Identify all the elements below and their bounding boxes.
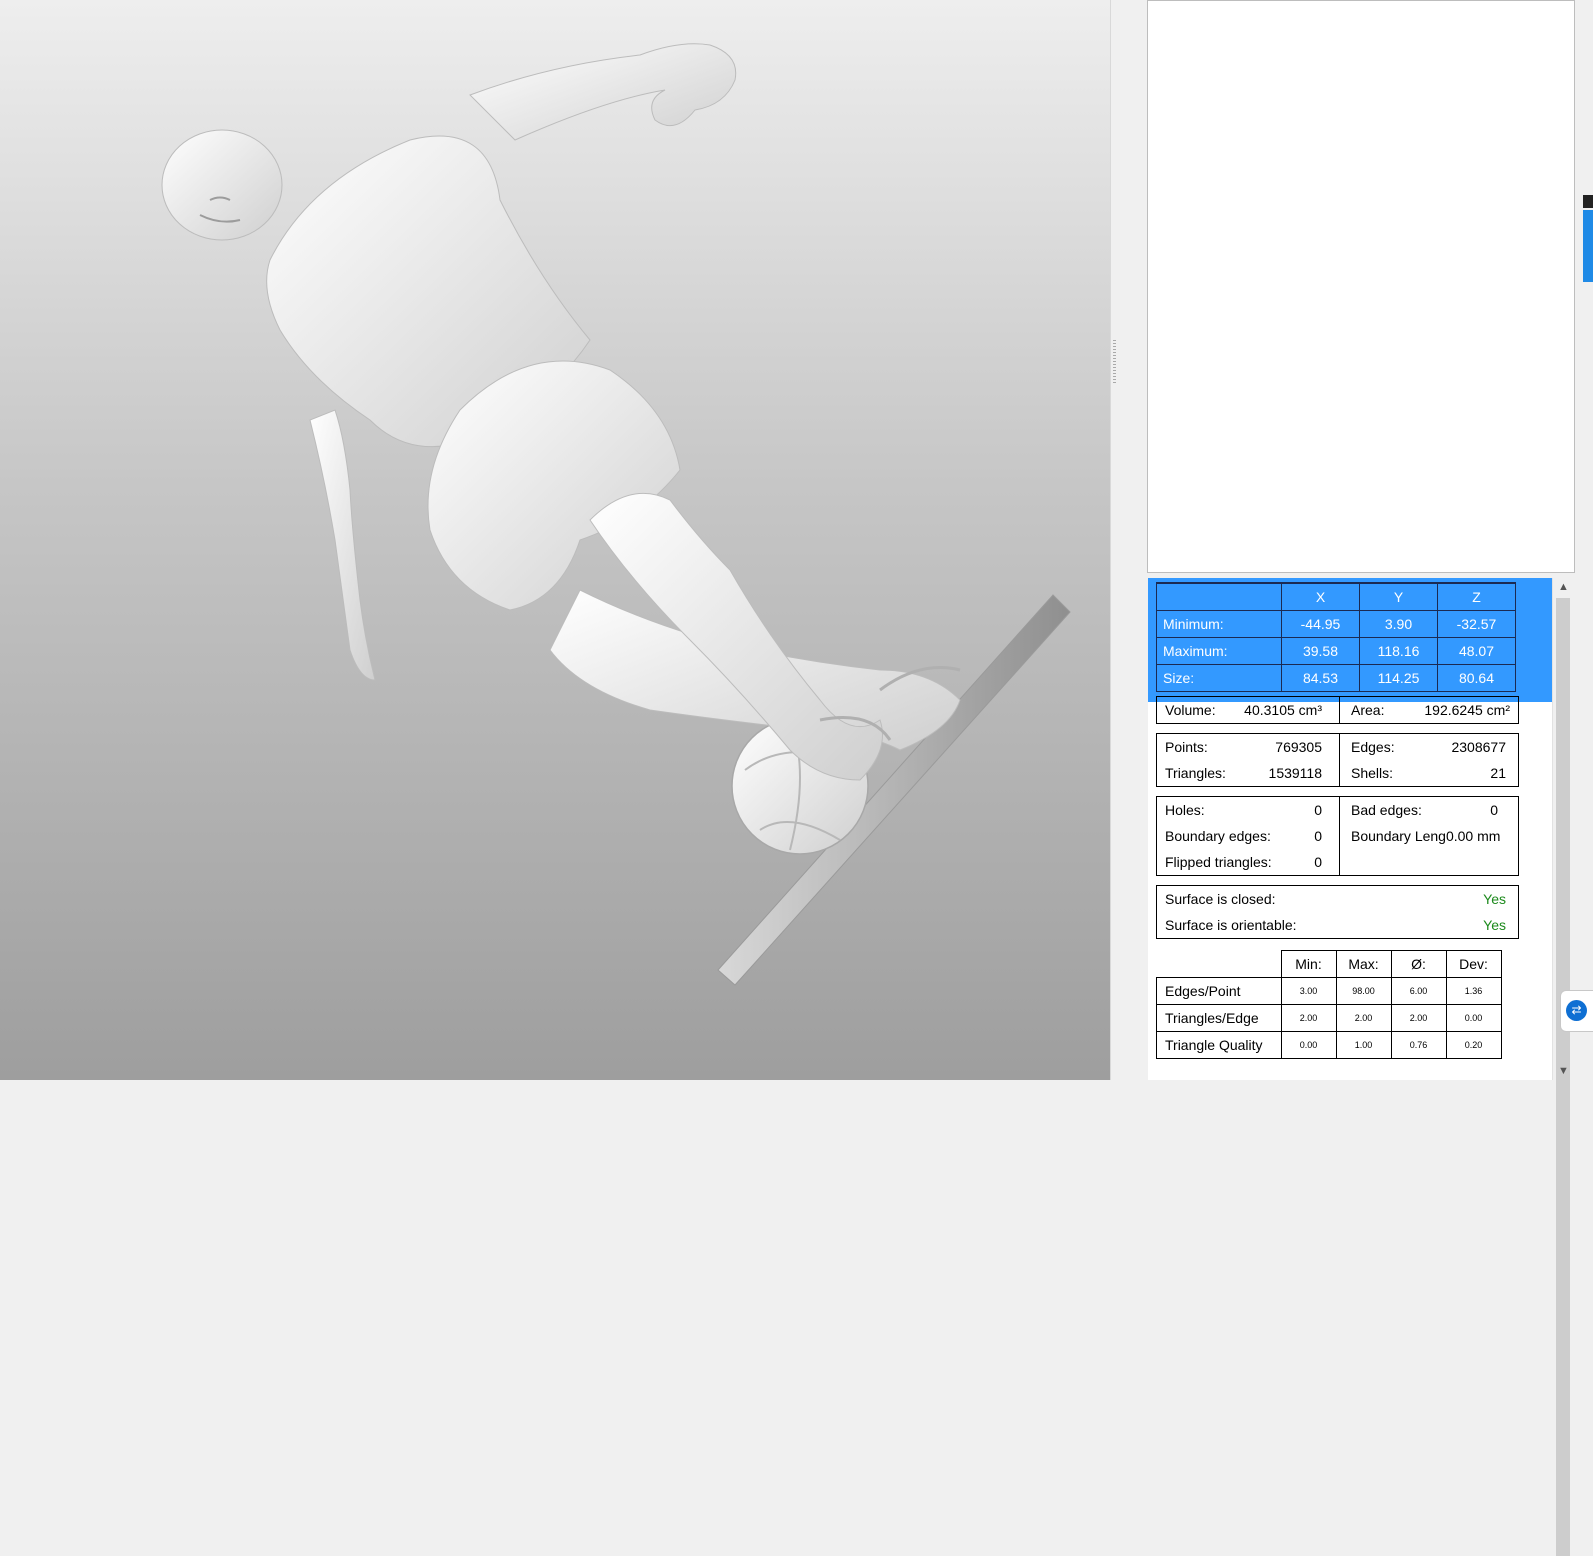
volume-area-box: Volume: 40.3105 cm³ Area: 192.6245 cm² <box>1156 696 1519 724</box>
splitter-grip[interactable] <box>1113 340 1116 384</box>
axis-x-header: X <box>1281 582 1360 611</box>
stats-avg-header: Ø: <box>1390 950 1447 978</box>
statistics-table: Min: Max: Ø: Dev: Edges/Point 3.00 98.00… <box>1156 950 1502 1059</box>
points-label: Points: <box>1165 739 1208 755</box>
area-value: 192.6245 cm² <box>1424 702 1510 718</box>
maximum-label: Maximum: <box>1156 637 1282 665</box>
surface-orientable-value: Yes <box>1483 917 1506 933</box>
stats-avg: 2.00 <box>1390 1004 1447 1032</box>
size-label: Size: <box>1156 664 1282 692</box>
surface-closed-value: Yes <box>1483 891 1506 907</box>
table-row: Maximum: 39.58 118.16 48.07 <box>1156 637 1516 665</box>
stats-dev-header: Dev: <box>1445 950 1502 978</box>
edges-label: Edges: <box>1351 739 1395 755</box>
size-y: 114.25 <box>1359 664 1438 692</box>
boundary-edges-label: Boundary edges: <box>1165 828 1271 844</box>
volume-label: Volume: <box>1165 702 1216 718</box>
minimum-z: -32.57 <box>1437 610 1516 638</box>
holes-label: Holes: <box>1165 802 1205 818</box>
side-tab-blue[interactable] <box>1583 210 1593 282</box>
teamviewer-icon[interactable]: ⇄ <box>1566 1000 1587 1021</box>
panel-splitter[interactable] <box>1110 0 1147 1080</box>
stats-row-label: Triangles/Edge <box>1156 1004 1282 1032</box>
right-arm <box>469 43 737 141</box>
triangles-label: Triangles: <box>1165 765 1226 781</box>
scroll-up-icon[interactable]: ▲ <box>1553 578 1574 596</box>
bad-edges-value: 0 <box>1490 802 1498 818</box>
minimum-x: -44.95 <box>1281 610 1360 638</box>
stats-row-label: Edges/Point <box>1156 977 1282 1005</box>
shells-label: Shells: <box>1351 765 1394 781</box>
teamviewer-widget[interactable]: ⇄ <box>1560 990 1593 1032</box>
surface-closed-label: Surface is closed: <box>1165 891 1276 907</box>
side-tab-dark[interactable] <box>1583 195 1593 208</box>
stats-min-header: Min: <box>1280 950 1337 978</box>
axis-z-header: Z <box>1437 582 1516 611</box>
3d-viewport[interactable] <box>0 0 1110 1080</box>
area-label: Area: <box>1351 702 1385 718</box>
stats-row-label: Triangle Quality <box>1156 1031 1282 1059</box>
stats-min: 0.00 <box>1280 1031 1337 1059</box>
flipped-triangles-label: Flipped triangles: <box>1165 854 1272 870</box>
boundary-edges-value: 0 <box>1314 828 1322 844</box>
minimum-label: Minimum: <box>1156 610 1282 638</box>
table-row: Minimum: -44.95 3.90 -32.57 <box>1156 610 1516 638</box>
model-render <box>161 43 1071 986</box>
stats-dev: 1.36 <box>1445 977 1502 1005</box>
head <box>161 129 283 241</box>
counts-box: Points: 769305 Edges: 2308677 Triangles:… <box>1156 733 1519 787</box>
stats-avg: 0.76 <box>1390 1031 1447 1059</box>
stats-dev: 0.20 <box>1445 1031 1502 1059</box>
bad-edges-label: Bad edges: <box>1351 802 1422 818</box>
stats-dev: 0.00 <box>1445 1004 1502 1032</box>
boundary-length-label: Boundary Leng0.00 mm <box>1351 828 1501 844</box>
edges-value: 2308677 <box>1451 739 1506 755</box>
stats-max: 1.00 <box>1335 1031 1392 1059</box>
volume-value: 40.3105 cm³ <box>1244 702 1322 718</box>
shells-value: 21 <box>1490 765 1506 781</box>
size-z: 80.64 <box>1437 664 1516 692</box>
bounding-box-table: X Y Z Minimum: -44.95 3.90 -32.57 Maximu… <box>1156 582 1516 692</box>
info-panel: X Y Z Minimum: -44.95 3.90 -32.57 Maximu… <box>1148 578 1552 1080</box>
maximum-z: 48.07 <box>1437 637 1516 665</box>
scroll-down-icon[interactable]: ▼ <box>1553 1062 1574 1080</box>
stats-avg: 6.00 <box>1390 977 1447 1005</box>
bounding-box-selection[interactable]: X Y Z Minimum: -44.95 3.90 -32.57 Maximu… <box>1148 578 1552 702</box>
minimum-y: 3.90 <box>1359 610 1438 638</box>
points-value: 769305 <box>1275 739 1322 755</box>
table-row: Triangles/Edge 2.00 2.00 2.00 0.00 <box>1156 1004 1502 1032</box>
object-tree-panel[interactable] <box>1147 0 1575 573</box>
table-row: Edges/Point 3.00 98.00 6.00 1.36 <box>1156 977 1502 1005</box>
stats-max-header: Max: <box>1335 950 1392 978</box>
maximum-y: 118.16 <box>1359 637 1438 665</box>
flipped-triangles-value: 0 <box>1314 854 1322 870</box>
stats-min: 3.00 <box>1280 977 1337 1005</box>
holes-value: 0 <box>1314 802 1322 818</box>
table-row: Size: 84.53 114.25 80.64 <box>1156 664 1516 692</box>
table-row: Triangle Quality 0.00 1.00 0.76 0.20 <box>1156 1031 1502 1059</box>
errors-box: Holes: 0 Bad edges: 0 Boundary edges: 0 … <box>1156 796 1519 876</box>
left-arm <box>309 409 376 681</box>
stats-max: 2.00 <box>1335 1004 1392 1032</box>
surface-box: Surface is closed: Yes Surface is orient… <box>1156 885 1519 939</box>
triangles-value: 1539118 <box>1268 765 1322 781</box>
size-x: 84.53 <box>1281 664 1360 692</box>
side-strip <box>1577 0 1593 1080</box>
stats-max: 98.00 <box>1335 977 1392 1005</box>
axis-y-header: Y <box>1359 582 1438 611</box>
surface-orientable-label: Surface is orientable: <box>1165 917 1297 933</box>
stats-min: 2.00 <box>1280 1004 1337 1032</box>
maximum-x: 39.58 <box>1281 637 1360 665</box>
